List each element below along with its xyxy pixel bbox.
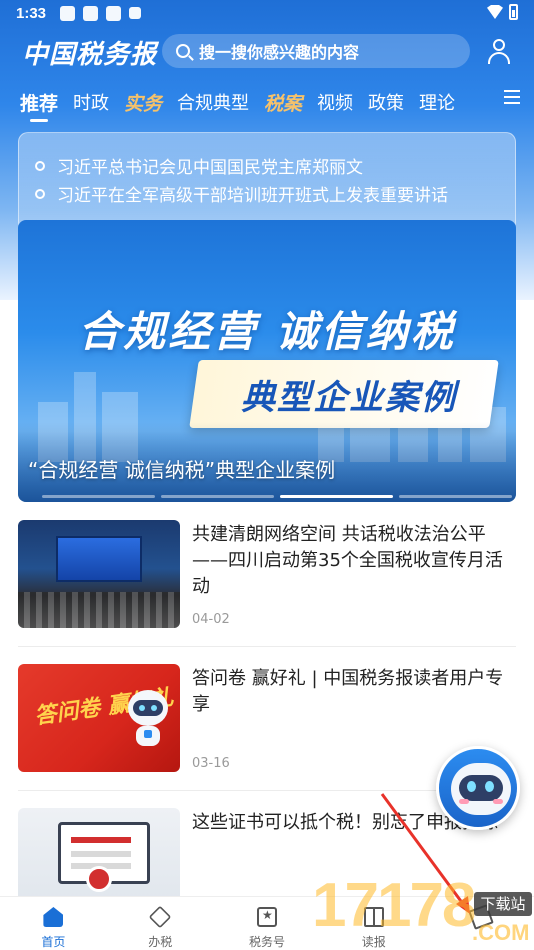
- watermark-number: 17178: [312, 871, 476, 940]
- tab-recommend[interactable]: 推荐: [20, 89, 58, 122]
- tab-video[interactable]: 视频: [317, 89, 353, 115]
- bullet-icon: [35, 188, 45, 199]
- nav-tax-service[interactable]: 办税: [107, 897, 214, 950]
- news-ticker: 习近平总书记会见中国国民党主席郑丽文 习近平在全军高级干部培训班开班式上发表重要…: [18, 132, 516, 232]
- news-item[interactable]: 共建清朗网络空间 共话税收法治公平——四川启动第35个全国税收宣传月活动 04-…: [18, 520, 516, 630]
- tab-practice[interactable]: 实务: [124, 89, 162, 116]
- news-item[interactable]: 答问卷 赢好礼 答问卷 赢好礼 | 中国税务报读者用户专享 03-16: [18, 664, 516, 774]
- watermark-domain: .COM: [472, 920, 530, 945]
- status-time: 1:33: [16, 5, 47, 22]
- tab-compliance[interactable]: 合规典型: [177, 89, 249, 115]
- banner-caption: “合规经营 诚信纳税”典型企业案例: [28, 458, 336, 482]
- search-bar[interactable]: 搜一搜你感兴趣的内容: [162, 34, 470, 68]
- banner-subtitle: 典型企业案例: [241, 378, 457, 418]
- carousel-indicator: [42, 495, 512, 498]
- nav-label: 税务号: [248, 935, 285, 949]
- notification-icon: [60, 6, 75, 21]
- news-date: 04-02: [192, 612, 230, 627]
- nav-home[interactable]: 首页: [0, 897, 107, 950]
- nav-label: 办税: [148, 935, 173, 949]
- bullet-icon: [35, 160, 45, 171]
- tab-tax-cases[interactable]: 税案: [264, 89, 302, 116]
- menu-icon[interactable]: [504, 90, 520, 104]
- ticker-text: 习近平在全军高级干部培训班开班式上发表重要讲话: [57, 186, 448, 206]
- robot-mascot-icon: [128, 690, 168, 746]
- tab-policy[interactable]: 政策: [368, 89, 404, 115]
- ticker-item[interactable]: 习近平在全军高级干部培训班开班式上发表重要讲话: [35, 181, 448, 206]
- news-date: 03-16: [192, 756, 230, 771]
- notification-icon: [106, 6, 121, 21]
- ticker-text: 习近平总书记会见中国国民党主席郑丽文: [57, 158, 363, 178]
- notification-icon: [129, 7, 141, 19]
- account-icon: [256, 907, 277, 927]
- news-title: 共建清朗网络空间 共话税收法治公平——四川启动第35个全国税收宣传月活动: [192, 524, 503, 597]
- nav-tax-account[interactable]: 税务号: [214, 897, 321, 950]
- status-bar: 1:33: [0, 0, 534, 28]
- wifi-icon: [487, 5, 503, 19]
- news-thumbnail: 答问卷 赢好礼: [18, 664, 180, 772]
- tab-politics[interactable]: 时政: [73, 89, 109, 115]
- notification-icon: [83, 6, 98, 21]
- tax-icon: [148, 905, 172, 929]
- banner-title: 合规经营 诚信纳税: [78, 307, 456, 356]
- status-icons: [60, 6, 141, 21]
- divider: [18, 646, 516, 647]
- watermark-label: 下载站: [474, 892, 532, 916]
- news-thumbnail: [18, 520, 180, 628]
- news-title: 答问卷 赢好礼 | 中国税务报读者用户专享: [192, 668, 504, 715]
- search-placeholder: 搜一搜你感兴趣的内容: [199, 43, 360, 62]
- tab-theory[interactable]: 理论: [419, 89, 455, 115]
- ticker-item[interactable]: 习近平总书记会见中国国民党主席郑丽文: [35, 153, 363, 178]
- search-icon: [176, 44, 190, 58]
- featured-banner[interactable]: 合规经营 诚信纳税 典型企业案例 “合规经营 诚信纳税”典型企业案例: [18, 220, 516, 502]
- nav-label: 首页: [41, 935, 66, 949]
- home-icon: [43, 907, 64, 927]
- channel-tabs: 推荐 时政 实务 合规典型 税案 视频 政策 理论: [0, 82, 534, 122]
- app-logo[interactable]: 中国税务报: [22, 34, 157, 71]
- watermark: 17178 下载站 .COM: [312, 862, 534, 950]
- battery-icon: [509, 4, 518, 20]
- user-profile-icon[interactable]: [486, 38, 512, 64]
